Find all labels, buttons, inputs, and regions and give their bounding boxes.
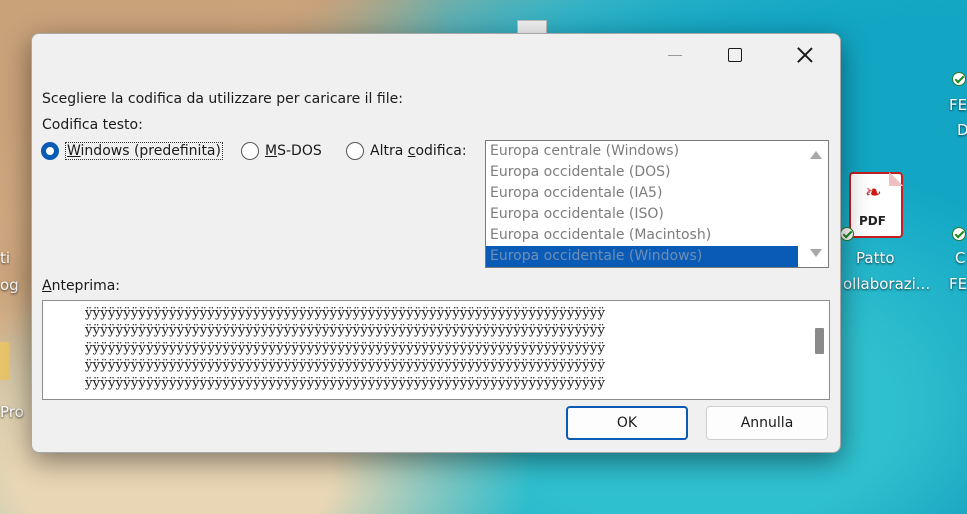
encoding-dialog: Scegliere la codifica da utilizzare per …: [31, 33, 841, 453]
desktop-label[interactable]: og: [0, 276, 19, 294]
encoding-list-item[interactable]: Europa occidentale (IA5): [486, 183, 798, 204]
pdf-icon-label: PDF: [859, 214, 886, 228]
folder-icon[interactable]: [0, 342, 10, 380]
radio-unchecked-icon: [346, 142, 364, 160]
desktop-label[interactable]: ollaborazi...: [843, 275, 930, 293]
encoding-list-item[interactable]: Europa centrale (Windows): [486, 141, 798, 162]
ok-button[interactable]: OK: [566, 406, 688, 440]
encoding-list-item[interactable]: Europa occidentale (DOS): [486, 162, 798, 183]
title-bar[interactable]: [32, 34, 840, 76]
radio-msdos-label: MS-DOS: [265, 143, 322, 159]
sync-status-icon: [840, 227, 854, 241]
preview-line: ÿÿÿÿÿÿÿÿÿÿÿÿÿÿÿÿÿÿÿÿÿÿÿÿÿÿÿÿÿÿÿÿÿÿÿÿÿÿÿÿ…: [85, 340, 606, 356]
preview-text: ÿÿÿÿÿÿÿÿÿÿÿÿÿÿÿÿÿÿÿÿÿÿÿÿÿÿÿÿÿÿÿÿÿÿÿÿÿÿÿÿ…: [85, 305, 605, 392]
listbox-scrollbar[interactable]: [802, 141, 828, 267]
radio-windows[interactable]: Windows (predefinita): [41, 142, 223, 160]
desktop-label[interactable]: C: [955, 249, 965, 267]
scrollbar-thumb[interactable]: [815, 328, 824, 354]
preview-line: ÿÿÿÿÿÿÿÿÿÿÿÿÿÿÿÿÿÿÿÿÿÿÿÿÿÿÿÿÿÿÿÿÿÿÿÿÿÿÿÿ…: [85, 306, 606, 321]
encoding-list-item[interactable]: Europa occidentale (ISO): [486, 204, 798, 225]
sync-status-icon: [952, 72, 966, 86]
preview-box[interactable]: ÿÿÿÿÿÿÿÿÿÿÿÿÿÿÿÿÿÿÿÿÿÿÿÿÿÿÿÿÿÿÿÿÿÿÿÿÿÿÿÿ…: [42, 300, 830, 400]
radio-other-encoding-label: Altra codifica:: [370, 143, 467, 159]
radio-unchecked-icon: [241, 142, 259, 160]
encoding-group-label: Codifica testo:: [42, 117, 143, 133]
radio-checked-icon: [41, 142, 59, 160]
close-icon: [797, 47, 813, 63]
sync-status-icon: [952, 227, 966, 241]
encoding-list-item-selected[interactable]: Europa occidentale (Windows): [486, 246, 798, 267]
preview-scrollbar[interactable]: [809, 301, 829, 399]
desktop-label[interactable]: FE: [949, 96, 967, 114]
close-button[interactable]: [782, 34, 828, 76]
page-fold: [889, 172, 903, 186]
desktop-label[interactable]: Patto: [856, 249, 895, 267]
desktop-label[interactable]: Pro: [0, 403, 24, 421]
maximize-button[interactable]: [712, 34, 758, 76]
acrobat-logo-icon: ❧: [865, 180, 882, 204]
maximize-icon: [728, 48, 742, 62]
desktop-label[interactable]: D: [957, 121, 967, 139]
radio-other-encoding[interactable]: Altra codifica:: [346, 142, 467, 160]
encoding-list-item[interactable]: Europa occidentale (Macintosh): [486, 225, 798, 246]
radio-msdos[interactable]: MS-DOS: [241, 142, 322, 160]
minimize-icon: [668, 54, 682, 56]
encoding-listbox[interactable]: Europa centrale (Windows) Europa occiden…: [485, 140, 829, 268]
preview-label: Anteprima:: [42, 278, 121, 294]
pdf-file-icon[interactable]: ❧ PDF: [849, 172, 903, 238]
dialog-prompt: Scegliere la codifica da utilizzare per …: [42, 91, 403, 107]
preview-line: ÿÿÿÿÿÿÿÿÿÿÿÿÿÿÿÿÿÿÿÿÿÿÿÿÿÿÿÿÿÿÿÿÿÿÿÿÿÿÿÿ…: [85, 375, 606, 391]
minimize-button[interactable]: [652, 34, 698, 76]
preview-line: ÿÿÿÿÿÿÿÿÿÿÿÿÿÿÿÿÿÿÿÿÿÿÿÿÿÿÿÿÿÿÿÿÿÿÿÿÿÿÿÿ…: [85, 323, 606, 339]
radio-windows-label: Windows (predefinita): [65, 142, 223, 160]
cancel-button[interactable]: Annulla: [706, 406, 828, 440]
desktop-label[interactable]: ti: [0, 249, 10, 267]
preview-line: ÿÿÿÿÿÿÿÿÿÿÿÿÿÿÿÿÿÿÿÿÿÿÿÿÿÿÿÿÿÿÿÿÿÿÿÿÿÿÿÿ…: [85, 358, 606, 374]
scroll-down-arrow-icon[interactable]: [810, 249, 822, 257]
scroll-up-arrow-icon[interactable]: [810, 151, 822, 159]
desktop-label[interactable]: FE...: [949, 275, 967, 293]
